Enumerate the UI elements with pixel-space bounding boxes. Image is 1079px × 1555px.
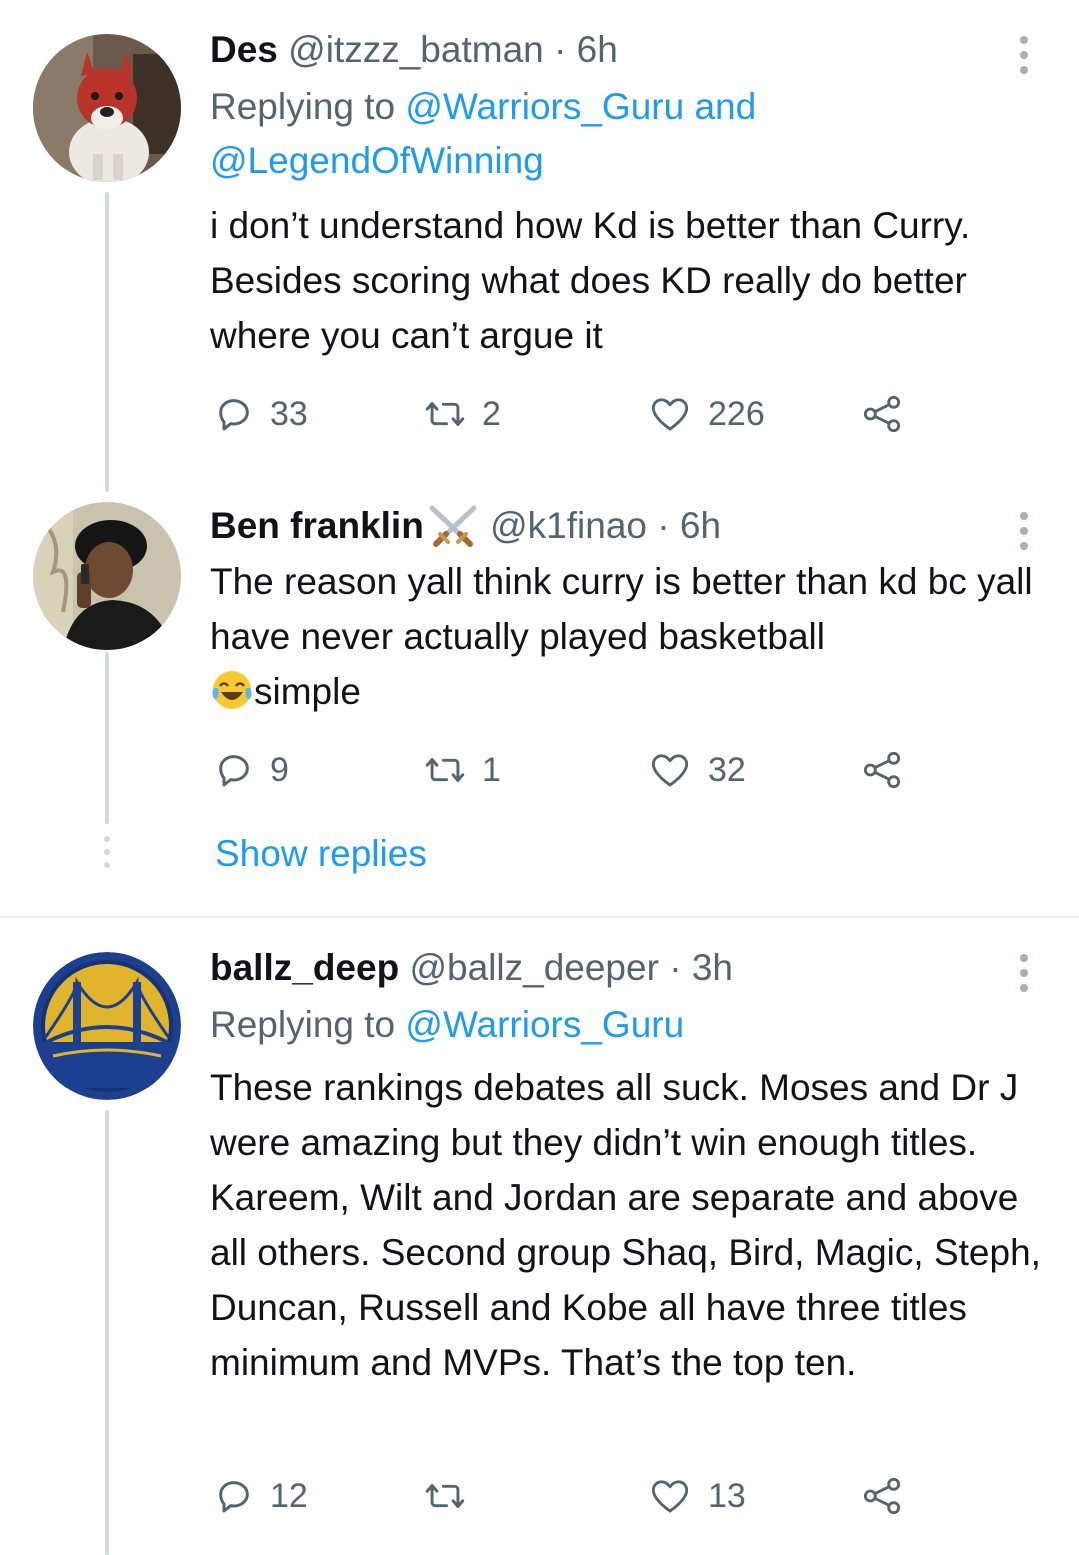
display-name[interactable]: Des: [210, 29, 278, 70]
heart-icon: [651, 754, 689, 787]
separator: ·: [657, 505, 670, 546]
replying-prefix: Replying to: [210, 1004, 396, 1045]
retweet-icon: [425, 402, 465, 426]
tweet-header: Ben franklin @k1finao · 6h: [210, 504, 721, 548]
display-name[interactable]: ballz_deep: [210, 947, 399, 988]
heart-icon: [651, 1480, 689, 1513]
like-count: 32: [708, 750, 746, 789]
avatar[interactable]: [33, 502, 181, 650]
tweet-header: ballz_deep @ballz_deeper · 3h: [210, 946, 733, 990]
tweet-des: Des @itzzz_batman · 6h Replying to @Warr…: [0, 0, 1079, 500]
user-handle[interactable]: @itzzz_batman: [288, 29, 544, 70]
mention-and[interactable]: and: [694, 86, 756, 127]
separator: ·: [669, 947, 682, 988]
retweet-button[interactable]: 2: [424, 392, 501, 436]
tweet-actions: 9 1 32: [214, 748, 934, 792]
mention-link[interactable]: @LegendOfWinning: [210, 140, 544, 181]
reply-button[interactable]: 33: [214, 392, 308, 436]
retweet-button[interactable]: 1: [424, 748, 501, 792]
share-button[interactable]: [860, 392, 904, 436]
tweet-ben-franklin: Ben franklin @k1finao · 6h The reason ya…: [0, 500, 1079, 920]
show-replies-link[interactable]: Show replies: [215, 832, 427, 876]
tweet-text: These rankings debates all suck. Moses a…: [210, 1067, 1041, 1383]
timestamp[interactable]: 3h: [692, 947, 733, 988]
reply-count: 12: [270, 1476, 308, 1515]
tweet-ballz-deep: ballz_deep @ballz_deeper · 3h Replying t…: [0, 918, 1079, 1555]
share-button[interactable]: [860, 748, 904, 792]
reply-count: 9: [270, 750, 289, 789]
reply-count: 33: [270, 394, 308, 433]
tweet-header: Des @itzzz_batman · 6h: [210, 28, 618, 72]
display-name[interactable]: Ben franklin: [210, 505, 424, 546]
retweet-icon: [425, 1484, 465, 1508]
avatar[interactable]: [33, 952, 181, 1100]
share-icon: [863, 395, 901, 433]
thread-line: [105, 192, 109, 492]
timestamp[interactable]: 6h: [680, 505, 721, 546]
tweet-text: The reason yall think curry is better th…: [210, 554, 1060, 719]
mention-link[interactable]: @Warriors_Guru: [405, 86, 684, 127]
retweet-count: 2: [482, 394, 501, 433]
reply-icon: [219, 1481, 249, 1513]
timestamp[interactable]: 6h: [577, 29, 618, 70]
like-button[interactable]: 13: [648, 1474, 746, 1518]
share-icon: [863, 751, 901, 789]
retweet-icon: [425, 758, 465, 782]
more-options-icon[interactable]: [1014, 512, 1034, 557]
more-options-icon[interactable]: [1014, 954, 1034, 999]
heart-icon: [651, 398, 689, 431]
reply-icon: [219, 399, 249, 431]
tweet-actions: 12 13: [214, 1474, 934, 1518]
thread-line: [105, 1110, 109, 1555]
thread-line: [105, 652, 109, 824]
reply-button[interactable]: 12: [214, 1474, 308, 1518]
thread-gap-dots: [100, 836, 114, 875]
more-options-icon[interactable]: [1014, 36, 1034, 81]
crossed-swords-icon: [429, 505, 477, 547]
retweet-count: 1: [482, 750, 501, 789]
like-button[interactable]: 32: [648, 748, 746, 792]
retweet-button[interactable]: [424, 1474, 482, 1518]
like-count: 226: [708, 394, 765, 433]
avatar[interactable]: [33, 34, 181, 182]
replying-to: Replying to @Warriors_Guru: [210, 998, 1030, 1052]
tweet-text-main: The reason yall think curry is better th…: [210, 561, 1033, 657]
share-icon: [863, 1477, 901, 1515]
reply-button[interactable]: 9: [214, 748, 289, 792]
user-handle[interactable]: @k1finao: [490, 505, 647, 546]
tweet-text-tail: simple: [254, 671, 361, 712]
replying-prefix: Replying to: [210, 86, 396, 127]
tweet-actions: 33 2 226: [214, 392, 934, 436]
tweet-text: i don’t understand how Kd is better than…: [210, 205, 971, 356]
mention-link[interactable]: @Warriors_Guru: [405, 1004, 684, 1045]
replying-to: Replying to @Warriors_Guru and @LegendOf…: [210, 80, 1030, 188]
share-button[interactable]: [860, 1474, 904, 1518]
like-button[interactable]: 226: [648, 392, 765, 436]
like-count: 13: [708, 1476, 746, 1515]
user-handle[interactable]: @ballz_deeper: [409, 947, 658, 988]
separator: ·: [554, 29, 567, 70]
reply-icon: [219, 755, 249, 787]
laughing-crying-emoji-icon: [212, 671, 252, 709]
